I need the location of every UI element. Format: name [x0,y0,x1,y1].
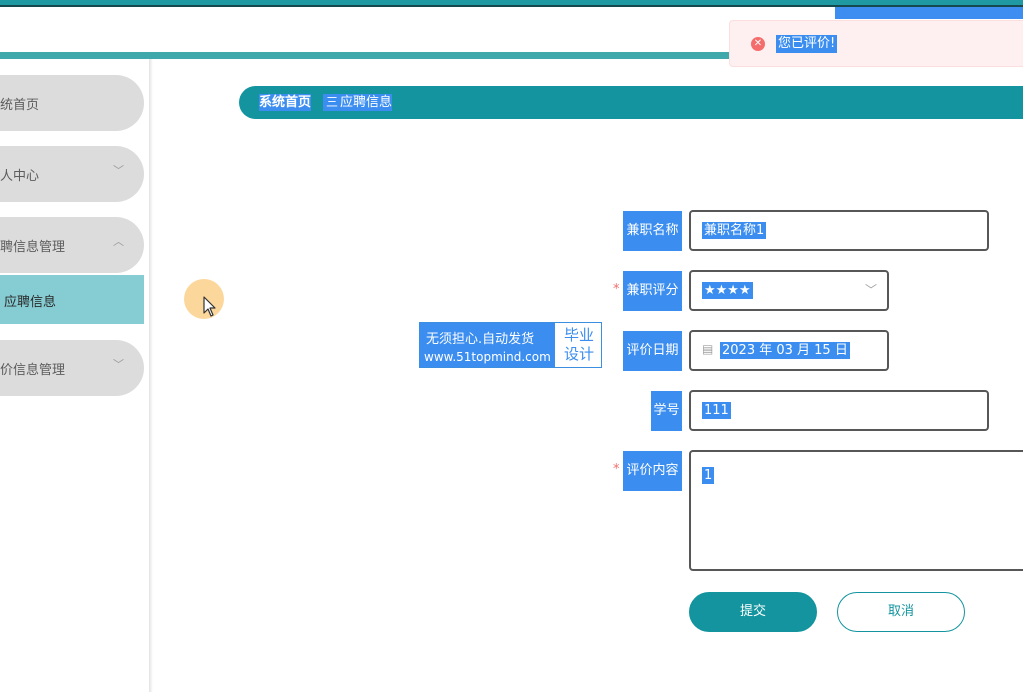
rating-value: ★★★★ [702,282,753,299]
calendar-icon: ▤ [702,342,714,356]
sidebar-divider [149,59,153,692]
watermark-right-line1: 毕业 [563,326,594,344]
sidebar-item-label: 统首页 [0,98,40,113]
sidebar-item-recruitment-management[interactable]: 聘信息管理 ︿ [0,217,144,273]
chevron-down-icon: ﹀ [113,358,124,371]
job-name-value: 兼职名称1 [702,222,767,239]
watermark-left: 无须担心.自动发货 www.51topmind.com [420,323,555,367]
watermark-right-line2: 设计 [563,345,594,363]
required-asterisk: * [613,282,620,297]
sidebar-subitem-label: 应聘信息 [4,295,57,310]
sidebar-item-home[interactable]: 统首页 [0,75,144,131]
student-id-value: 111 [702,402,731,419]
date-label: 评价日期 [623,331,682,371]
required-asterisk: * [613,462,620,477]
date-picker[interactable]: ▤ 2023 年 03 月 15 日 [689,330,889,371]
student-id-field[interactable]: 111 [689,390,989,431]
sidebar-item-label: 聘信息管理 [0,240,66,255]
watermark-right: 毕业 设计 [557,323,601,367]
watermark-badge: 无须担心.自动发货 www.51topmind.com 毕业 设计 [419,322,602,368]
breadcrumb: 系统首页 三 应聘信息 [239,86,1023,119]
student-id-label: 学号 [651,391,682,431]
chevron-up-icon: ︿ [113,235,124,248]
job-name-field[interactable]: 兼职名称1 [689,210,989,251]
chevron-down-icon: ﹀ [864,283,877,297]
content-value: 1 [702,467,715,484]
sidebar-item-label: 人中心 [0,169,40,184]
job-name-label: 兼职名称 [623,211,682,251]
chevron-down-icon: ﹀ [113,164,124,177]
sidebar-subitem-application-info[interactable]: 应聘信息 [0,275,144,324]
watermark-line2: www.51topmind.com [424,350,551,364]
content-label: 评价内容 [623,451,682,491]
rating-select[interactable]: ★★★★ ﹀ [689,270,889,311]
breadcrumb-separator: 三 [323,94,342,111]
mouse-pointer-icon [203,296,216,317]
error-toast: ✕ 您已评价! [729,20,1023,67]
date-value: 2023 年 03 月 15 日 [720,342,850,359]
error-circle-icon: ✕ [751,37,765,51]
cancel-button[interactable]: 取消 [837,592,965,632]
sidebar-item-label: 价信息管理 [0,363,66,378]
breadcrumb-home-link[interactable]: 系统首页 [259,94,312,111]
submit-button[interactable]: 提交 [689,592,817,632]
toast-message: 您已评价! [776,35,838,53]
sidebar-item-evaluation-management[interactable]: 价信息管理 ﹀ [0,340,144,396]
content-textarea[interactable]: 1 [689,450,1023,571]
rating-label: 兼职评分 [623,271,682,311]
header-user-tab[interactable] [835,7,1023,19]
watermark-line1: 无须担心.自动发货 [426,332,535,347]
breadcrumb-current: 应聘信息 [340,94,393,111]
sidebar-item-personal-center[interactable]: 人中心 ﹀ [0,146,144,202]
